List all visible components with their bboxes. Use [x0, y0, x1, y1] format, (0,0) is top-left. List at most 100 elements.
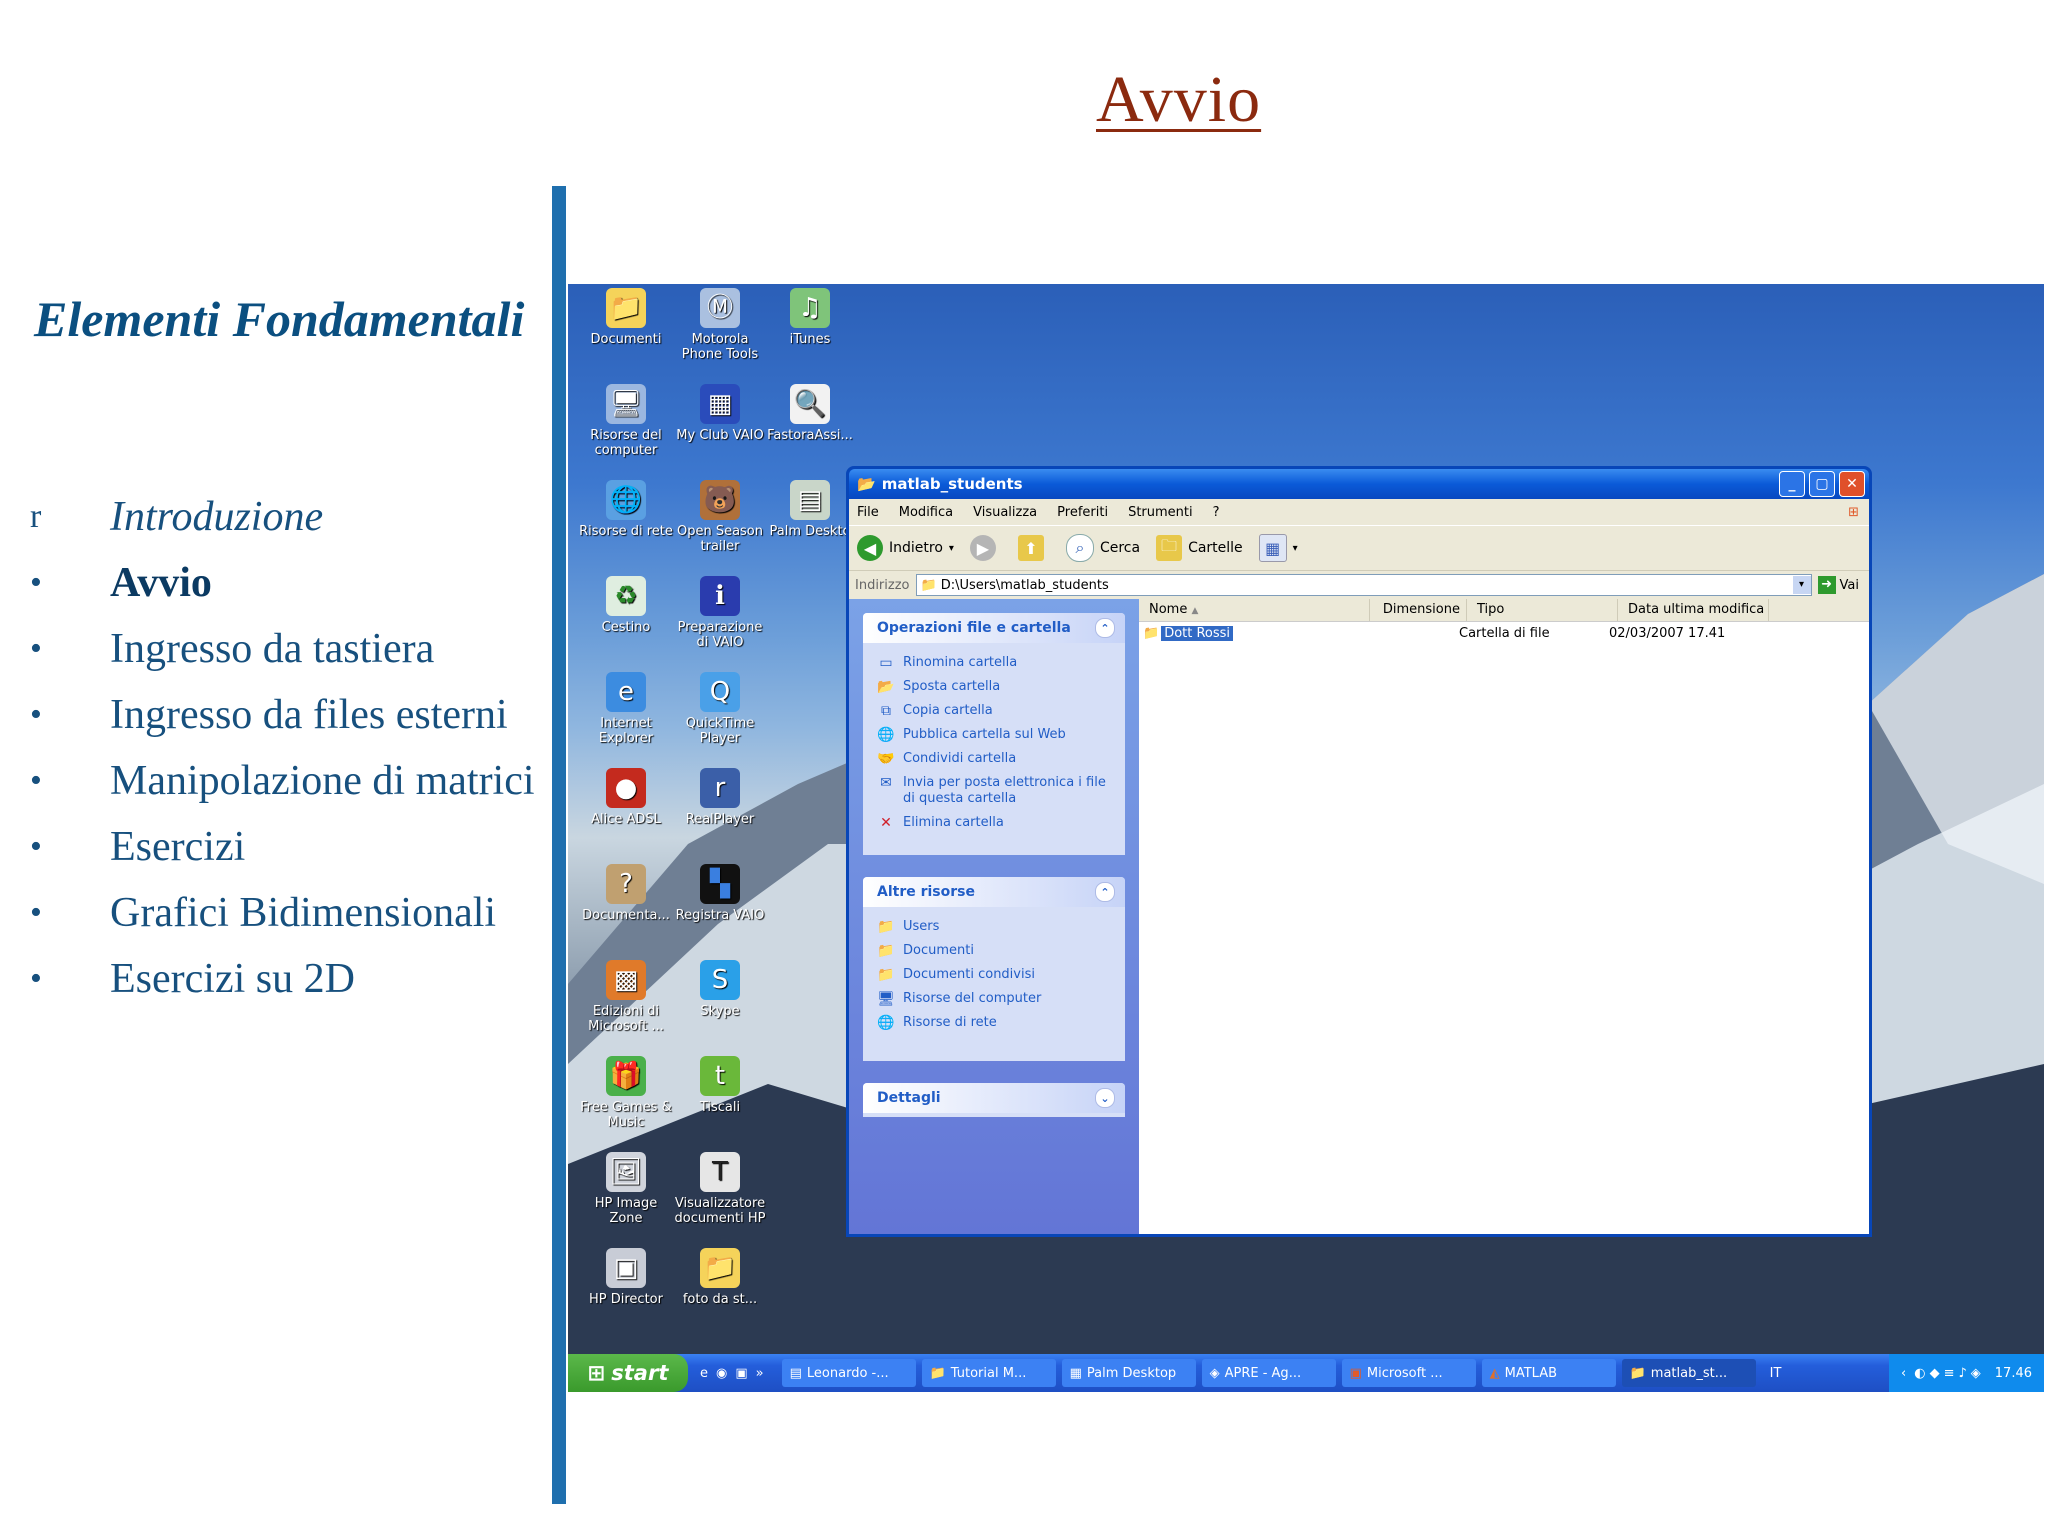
desktop-icon[interactable]: ▣ HP Director	[578, 1248, 674, 1307]
place-network[interactable]: 🌐 Risorse di rete	[863, 1011, 1125, 1035]
desktop-icon[interactable]: ? Documenta...	[578, 864, 674, 923]
menu-visualizza[interactable]: Visualizza	[973, 505, 1037, 520]
desktop-icon[interactable]: 🎁 Free Games & Music	[578, 1056, 674, 1130]
menu-preferiti[interactable]: Preferiti	[1057, 505, 1108, 520]
desktop-icon[interactable]: Q QuickTime Player	[672, 672, 768, 746]
task-button[interactable]: ◈ APRE - Ag...	[1201, 1359, 1336, 1387]
place-my-computer[interactable]: 🖥 Risorse del computer	[863, 987, 1125, 1011]
close-button[interactable]: ✕	[1839, 471, 1865, 497]
column-name[interactable]: Nome ▲	[1139, 599, 1370, 621]
window-titlebar[interactable]: 📂 matlab_students _ ▢ ✕	[849, 469, 1869, 499]
desktop-icon[interactable]: r RealPlayer	[672, 768, 768, 827]
desktop-icon[interactable]: 🔍 FastoraAssi...	[762, 384, 858, 443]
desktop-icon[interactable]: ● Alice ADSL	[578, 768, 674, 827]
menu-help[interactable]: ?	[1213, 505, 1220, 520]
address-value: D:\Users\matlab_students	[940, 577, 1109, 593]
explorer-window[interactable]: 📂 matlab_students _ ▢ ✕ File Modifica Vi…	[846, 466, 1872, 1237]
desktop-icon[interactable]: ▤ Palm Deskto	[762, 480, 858, 539]
column-type[interactable]: Tipo	[1467, 599, 1618, 621]
task-share[interactable]: 🤝 Condividi cartella	[863, 747, 1125, 771]
search-button[interactable]: ⌕ Cerca	[1065, 534, 1140, 562]
column-size[interactable]: Dimensione	[1370, 599, 1467, 621]
task-rename[interactable]: ▭ Rinomina cartella	[863, 651, 1125, 675]
menu-strumenti[interactable]: Strumenti	[1128, 505, 1193, 520]
task-button[interactable]: 📁 Tutorial M...	[921, 1359, 1056, 1387]
task-button[interactable]: ◭ MATLAB	[1481, 1359, 1616, 1387]
other-places-header[interactable]: Altre risorse ⌃	[863, 877, 1125, 907]
desktop-icon[interactable]: ▩ Edizioni di Microsoft ...	[578, 960, 674, 1034]
desktop-icon[interactable]: 🐻 Open Season trailer	[672, 480, 768, 554]
sort-up-icon: ▲	[1191, 606, 1199, 616]
tray-expand-icon[interactable]: ‹	[1901, 1366, 1906, 1381]
menu-file[interactable]: File	[857, 505, 879, 520]
desktop-screenshot: 📁 Documenti Ⓜ Motorola Phone Tools ♫ iTunes…	[568, 284, 2044, 1392]
file-list: Nome ▲ Dimensione Tipo Data ultima modif…	[1139, 599, 1869, 1234]
desktop-icon[interactable]: e Internet Explorer	[578, 672, 674, 746]
views-button[interactable]: ▦ ▾	[1258, 534, 1298, 562]
maximize-button[interactable]: ▢	[1809, 471, 1835, 497]
task-label: Palm Desktop	[1086, 1365, 1177, 1381]
desktop-icon-label: My Club VAIO	[676, 428, 764, 443]
expand-icon[interactable]: ⌄	[1095, 1088, 1115, 1108]
place-shared-documents[interactable]: 📁 Documenti condivisi	[863, 963, 1125, 987]
up-folder-button[interactable]: ⬆	[1017, 535, 1050, 561]
desktop-icon[interactable]: 📁 Documenti	[578, 288, 674, 347]
open-season-icon: 🐻	[700, 480, 740, 520]
task-button[interactable]: ▦ Palm Desktop	[1061, 1359, 1196, 1387]
desktop-icon[interactable]: 📁 foto da st...	[672, 1248, 768, 1307]
column-shade	[1139, 621, 1369, 1234]
go-button[interactable]: ➜ Vai	[1817, 576, 1859, 594]
tray-icons[interactable]: ◐◆≡♪◈	[1914, 1366, 1985, 1381]
details-header[interactable]: Dettagli ⌄	[863, 1083, 1125, 1113]
desktop-icon[interactable]: ℹ Preparazione di VAIO	[672, 576, 768, 650]
desktop-icon[interactable]: 🌐 Risorse di rete	[578, 480, 674, 539]
table-row[interactable]: 📁 Dott Rossi Cartella di file 02/03/2007 …	[1139, 622, 1869, 644]
desktop-icon[interactable]: t Tiscali	[672, 1056, 768, 1115]
quicktime-icon: Q	[700, 672, 740, 712]
desktop-icon[interactable]: T Visualizzatore documenti HP	[672, 1152, 768, 1226]
collapse-icon[interactable]: ⌃	[1095, 618, 1115, 638]
place-users[interactable]: 📁 Users	[863, 915, 1125, 939]
file-name: Dott Rossi	[1161, 625, 1234, 641]
desktop-icon[interactable]: S Skype	[672, 960, 768, 1019]
task-publish[interactable]: 🌐 Pubblica cartella sul Web	[863, 723, 1125, 747]
desktop-icon[interactable]: ♻ Cestino	[578, 576, 674, 635]
chevron-down-icon[interactable]: ▾	[949, 543, 954, 554]
task-move[interactable]: 📂 Sposta cartella	[863, 675, 1125, 699]
desktop-icon[interactable]: ▚ Registra VAIO	[672, 864, 768, 923]
forward-button[interactable]: ▶	[969, 535, 1002, 561]
menu-modifica[interactable]: Modifica	[899, 505, 953, 520]
desktop-quicklaunch-icon[interactable]: ▣	[735, 1366, 747, 1381]
collapse-icon[interactable]: ⌃	[1095, 882, 1115, 902]
bullet-marker: •	[30, 960, 42, 997]
task-button-active[interactable]: 📁 matlab_st...	[1621, 1359, 1756, 1387]
desktop-icon[interactable]: ▦ My Club VAIO	[672, 384, 768, 443]
language-indicator[interactable]: IT	[1770, 1366, 1782, 1381]
desktop-icon[interactable]: Ⓜ Motorola Phone Tools	[672, 288, 768, 362]
column-date[interactable]: Data ultima modifica	[1618, 599, 1769, 621]
task-email[interactable]: ✉ Invia per posta elettronica i file di q…	[863, 771, 1125, 811]
file-tasks-header[interactable]: Operazioni file e cartella ⌃	[863, 613, 1125, 643]
address-input[interactable]: 📁 D:\Users\matlab_students ▾	[915, 574, 1812, 596]
ie-quicklaunch-icon[interactable]: e	[700, 1366, 708, 1381]
bullet-marker: •	[30, 696, 42, 733]
desktop-icon[interactable]: 🖼 HP Image Zone	[578, 1152, 674, 1226]
folder-icon: 📁	[877, 967, 895, 983]
back-button[interactable]: ◀ Indietro ▾	[857, 535, 954, 561]
address-dropdown-icon[interactable]: ▾	[1792, 576, 1811, 594]
place-documenti[interactable]: 📁 Documenti	[863, 939, 1125, 963]
chevron-down-icon[interactable]: ▾	[1293, 543, 1298, 554]
desktop-icon-label: foto da st...	[682, 1292, 758, 1307]
task-delete[interactable]: ✕ Elimina cartella	[863, 811, 1125, 835]
task-button[interactable]: ▤ Leonardo -...	[781, 1359, 916, 1387]
browser-icon: ◈	[1209, 1365, 1220, 1381]
folders-button[interactable]: 🗀 Cartelle	[1156, 535, 1243, 561]
chevron-right-icon[interactable]: »	[756, 1366, 764, 1381]
task-button[interactable]: ▣ Microsoft ...	[1341, 1359, 1476, 1387]
desktop-icon[interactable]: 🖥 Risorse del computer	[578, 384, 674, 458]
task-copy[interactable]: ⧉ Copia cartella	[863, 699, 1125, 723]
minimize-button[interactable]: _	[1779, 471, 1805, 497]
desktop-icon[interactable]: ♫ iTunes	[762, 288, 858, 347]
media-quicklaunch-icon[interactable]: ◉	[716, 1366, 727, 1381]
start-button[interactable]: ⊞ start	[568, 1354, 688, 1392]
